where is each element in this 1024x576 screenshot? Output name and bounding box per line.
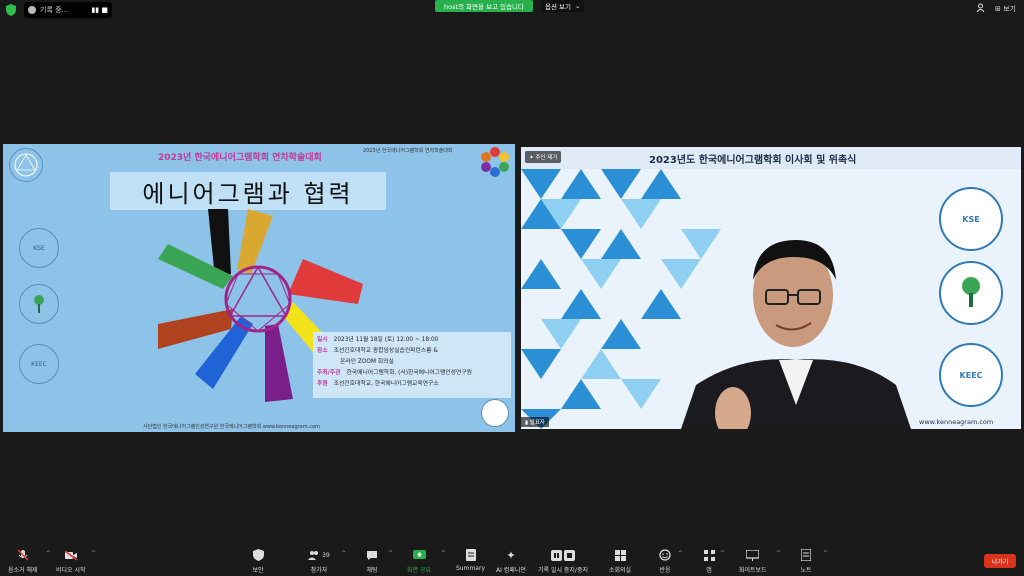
unmute-button[interactable]: 음소거 해제 bbox=[8, 548, 38, 574]
viewing-share-banner: host의 화면을 보고 있습니다 bbox=[435, 0, 533, 12]
signal-icon: ▮ bbox=[525, 420, 529, 426]
shared-screen-slide: 2023년 한국에니어그램학회 연차학술대회 2023년 한국에니어그램학회 연… bbox=[3, 144, 515, 432]
color-wheel-logo-icon bbox=[479, 146, 511, 178]
slide-top-title: 2023년 한국에니어그램학회 연차학술대회 bbox=[158, 153, 322, 163]
security-shield-icon[interactable] bbox=[6, 4, 16, 16]
view-options-button[interactable]: 옵션 보기 ⌄ bbox=[541, 0, 585, 12]
speaker-name-label: ▮ 발표자 bbox=[521, 417, 549, 427]
ai-companion-button[interactable]: ✦ AI 컴패니언 bbox=[496, 548, 526, 575]
chat-button[interactable]: 채팅 bbox=[364, 548, 380, 574]
participants-button[interactable]: 39 참가자 bbox=[305, 548, 333, 574]
reactions-button[interactable]: 반응 bbox=[657, 548, 673, 574]
participants-icon: 39 bbox=[305, 548, 333, 562]
recording-controls[interactable]: ▮▮ ■ bbox=[91, 6, 108, 14]
kse-logo-icon: KSE bbox=[19, 228, 59, 268]
keec-logo-icon: KEEC bbox=[19, 344, 59, 384]
caret-up-icon[interactable]: ^ bbox=[720, 550, 725, 557]
info-row: 후원 조선간호대학교, 한국에니어그램교육연구소 bbox=[317, 381, 439, 387]
recording-label: 기록 중... bbox=[40, 6, 69, 14]
view-button[interactable]: ⊞ 보기 bbox=[995, 4, 1016, 14]
grid-icon: ⊞ bbox=[995, 4, 1001, 13]
top-bar: 기록 중... ▮▮ ■ host의 화면을 보고 있습니다 옵션 보기 ⌄ ⊞… bbox=[0, 0, 1024, 20]
view-options-label: 옵션 보기 bbox=[545, 3, 571, 11]
caret-up-icon[interactable]: ^ bbox=[388, 550, 393, 557]
info-row: 온라인 ZOOM 회의실 bbox=[340, 359, 394, 365]
participant-count: 39 bbox=[322, 551, 330, 559]
security-button[interactable]: 보안 bbox=[250, 548, 266, 574]
info-row: 일시 2023년 11월 18일 (토) 12:00 ~ 18:00 bbox=[317, 337, 439, 343]
mic-muted-icon bbox=[15, 548, 31, 562]
chat-icon bbox=[364, 548, 380, 562]
enneagram-logo-icon bbox=[9, 148, 43, 182]
share-screen-icon bbox=[411, 548, 427, 562]
leave-button[interactable]: 나가기 bbox=[984, 554, 1016, 568]
apps-button[interactable]: 앱 bbox=[701, 548, 717, 574]
slide-footer: 사단법인 한국에니어그램인성연구원 한국에니어그램학회 www.kenneagr… bbox=[143, 424, 320, 430]
speaker-person bbox=[681, 240, 911, 429]
record-pause-icon bbox=[550, 548, 576, 562]
whiteboard-button[interactable]: 화이트보드 bbox=[739, 548, 767, 574]
meeting-toolbar: 음소거 해제 ^ 비디오 시작 ^ 보안 39 참가자 ^ 채팅 ^ 화면 공유 bbox=[0, 544, 1024, 576]
caret-up-icon[interactable]: ^ bbox=[776, 550, 781, 557]
notes-icon bbox=[798, 548, 814, 562]
caret-up-icon[interactable]: ^ bbox=[91, 550, 96, 557]
video-off-icon bbox=[63, 548, 79, 562]
keec-logo-icon: KEEC bbox=[939, 343, 1003, 407]
event-info-box: 일시 2023년 11월 18일 (토) 12:00 ~ 18:00 장소 조선간호… bbox=[313, 332, 511, 398]
slide-sub-title: 2023년 한국에니어그램학회 연차학술대회 bbox=[363, 148, 453, 154]
view-label: 보기 bbox=[1003, 4, 1016, 13]
caret-up-icon[interactable]: ^ bbox=[341, 550, 346, 557]
notes-button[interactable]: 노트 bbox=[798, 548, 814, 574]
caret-up-icon[interactable]: ^ bbox=[823, 550, 828, 557]
speaker-video-tile[interactable]: 2023년도 한국에니어그램학회 이사회 및 위촉식 ✦ 주인 제거 KSE K… bbox=[521, 147, 1021, 429]
caret-up-icon[interactable]: ^ bbox=[678, 550, 683, 557]
recording-icon bbox=[28, 6, 36, 14]
recording-indicator[interactable]: 기록 중... ▮▮ ■ bbox=[24, 2, 112, 18]
info-row: 장소 조선간호대학교 종합임상실습컨퍼런스룸 & bbox=[317, 348, 438, 354]
whiteboard-icon bbox=[745, 548, 761, 562]
caret-up-icon[interactable]: ^ bbox=[46, 550, 51, 557]
ai-companion-icon: ✦ bbox=[506, 548, 516, 562]
reactions-icon bbox=[657, 548, 673, 562]
breakout-icon bbox=[612, 548, 628, 562]
caret-up-icon[interactable]: ^ bbox=[441, 550, 446, 557]
chevron-down-icon: ⌄ bbox=[575, 2, 581, 10]
info-row: 주최/주관 한국에니어그램학회, (사)한국에니어그램인성연구원 bbox=[317, 370, 472, 376]
tree-logo-icon bbox=[939, 261, 1003, 325]
tree-logo-icon bbox=[19, 284, 59, 324]
record-pause-stop-button[interactable]: 기록 일시 중지/중지 bbox=[538, 548, 588, 574]
share-screen-button[interactable]: 화면 공유 bbox=[407, 548, 431, 574]
breakout-rooms-button[interactable]: 소회의실 bbox=[609, 548, 631, 574]
apps-icon bbox=[701, 548, 717, 562]
pin-icon: ✦ bbox=[529, 155, 534, 161]
kse-logo-icon: KSE bbox=[939, 187, 1003, 251]
virtual-background-title: 2023년도 한국에니어그램학회 이사회 및 위촉식 bbox=[649, 155, 857, 166]
website-url: www.kenneagram.com bbox=[919, 418, 994, 426]
shield-icon bbox=[250, 548, 266, 562]
unpin-button[interactable]: ✦ 주인 제거 bbox=[525, 151, 562, 163]
start-video-button[interactable]: 비디오 시작 bbox=[56, 548, 86, 574]
summary-button[interactable]: Summary bbox=[456, 548, 485, 572]
summary-icon bbox=[463, 548, 479, 562]
enneagram-small-logo-icon bbox=[481, 399, 509, 427]
person-icon[interactable] bbox=[976, 3, 985, 14]
